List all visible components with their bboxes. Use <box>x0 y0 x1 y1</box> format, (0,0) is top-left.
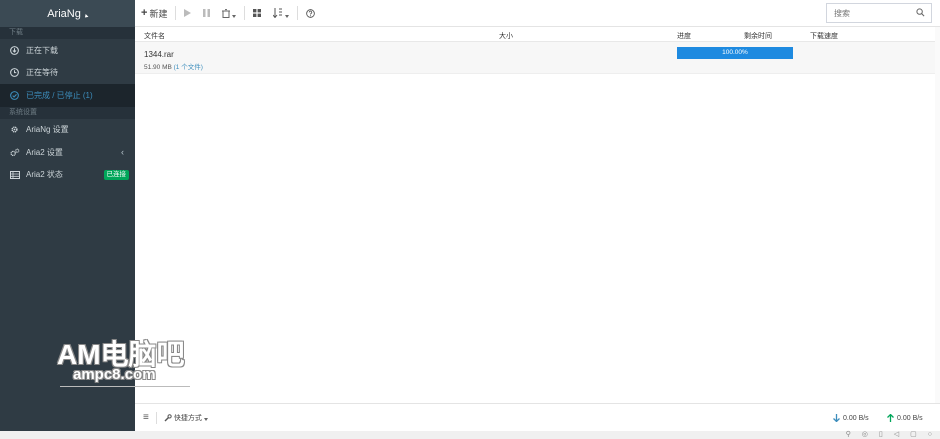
sort-icon <box>273 8 283 18</box>
column-header-speed[interactable]: 下载速度 <box>810 31 838 41</box>
sidebar-item-label: Aria2 设置 <box>26 147 63 157</box>
search-input[interactable] <box>834 8 914 18</box>
sidebar-item-label: AriaNg 设置 <box>26 125 69 135</box>
task-progress-bar: 100.00% <box>677 47 793 59</box>
new-task-button[interactable]: + 新建 <box>135 0 173 27</box>
wrench-icon <box>164 413 172 421</box>
trash-icon <box>222 8 231 18</box>
task-size-value: 51.90 MB <box>144 64 172 71</box>
table-row[interactable]: 1344.rar 51.90 MB (1 个文件) 100.00% <box>135 42 935 74</box>
os-taskbar <box>0 431 940 439</box>
footer-divider <box>155 411 157 424</box>
pause-button[interactable] <box>197 0 216 27</box>
global-download-speed: 0.00 B/s <box>833 414 869 422</box>
sort-button[interactable] <box>267 0 295 27</box>
section-header-download: 下载 <box>0 27 135 39</box>
tray-search-icon[interactable]: ○ <box>928 431 932 439</box>
sidebar-item-aria2-status[interactable]: Aria2 状态 已连接 <box>0 164 135 187</box>
watermark-underline <box>60 386 190 387</box>
task-progress-text: 100.00% <box>722 49 748 56</box>
sidebar-item-waiting[interactable]: 正在等待 <box>0 62 135 85</box>
watermark-url: ampc8.com <box>73 366 156 383</box>
tray-network-icon[interactable]: ◎ <box>862 431 868 439</box>
help-button[interactable] <box>300 0 321 27</box>
grid-icon <box>253 9 262 17</box>
menu-icon[interactable]: ≡ <box>143 412 149 423</box>
check-circle-icon <box>9 90 20 101</box>
pause-icon <box>203 9 211 17</box>
arrow-up-icon <box>887 414 894 422</box>
column-header-size[interactable]: 大小 <box>499 31 513 41</box>
search-box[interactable] <box>826 3 932 23</box>
caret-down-icon <box>83 14 89 19</box>
play-icon <box>184 9 192 17</box>
section-header-settings: 系统设置 <box>0 106 135 119</box>
sidebar-item-stopped[interactable]: 已完成 / 已停止 (1) <box>0 84 135 107</box>
toolbar-divider <box>297 6 299 20</box>
start-button[interactable] <box>178 0 197 27</box>
sidebar-item-aria2-settings[interactable]: Aria2 设置 ‹ <box>0 141 135 164</box>
sidebar-item-downloading[interactable]: 正在下载 <box>0 39 135 62</box>
gears-icon <box>9 147 20 158</box>
gear-icon <box>9 124 20 135</box>
sidebar-item-label: 已完成 / 已停止 (1) <box>26 90 93 100</box>
tray-window-icon[interactable]: ▢ <box>910 431 917 439</box>
caret-down-icon <box>232 14 237 18</box>
plus-icon: + <box>141 7 148 19</box>
task-file-name[interactable]: 1344.rar <box>144 50 174 59</box>
display-mode-button[interactable] <box>247 0 267 27</box>
footer: ≡ 快捷方式 0.00 B/s 0.00 B/s <box>135 403 940 431</box>
toolbar-divider <box>175 6 177 20</box>
delete-button[interactable] <box>216 0 242 27</box>
new-task-label: 新建 <box>149 8 168 19</box>
column-header-name[interactable]: 文件名 <box>144 31 165 41</box>
scrollbar[interactable] <box>935 27 940 403</box>
column-header-progress[interactable]: 进度 <box>677 31 691 41</box>
sidebar-item-label: 正在下载 <box>26 45 58 55</box>
sidebar-item-ariang-settings[interactable]: AriaNg 设置 <box>0 119 135 142</box>
tray-volume-icon[interactable]: ◁ <box>894 431 899 439</box>
caret-down-icon <box>285 14 290 18</box>
search-icon[interactable] <box>916 8 925 17</box>
toolbar: + 新建 <box>135 0 940 27</box>
shortcut-label: 快捷方式 <box>173 414 202 422</box>
task-file-size: 51.90 MB (1 个文件) <box>144 61 203 71</box>
tray-battery-icon[interactable]: ▯ <box>879 431 883 439</box>
download-circle-icon <box>9 45 20 56</box>
chevron-left-icon: ‹ <box>121 147 124 158</box>
question-circle-icon <box>306 8 316 18</box>
arrow-down-icon <box>833 414 840 422</box>
server-icon <box>9 169 20 180</box>
brand-title: AriaNg <box>47 7 81 20</box>
tray-pin-icon[interactable]: ⚲ <box>846 431 851 439</box>
system-tray: ⚲ ◎ ▯ ◁ ▢ ○ <box>846 431 932 439</box>
caret-down-icon <box>203 418 208 421</box>
task-file-count[interactable]: (1 个文件) <box>174 64 203 71</box>
clock-icon <box>9 67 20 78</box>
toolbar-divider <box>244 6 246 20</box>
global-upload-speed: 0.00 B/s <box>887 414 923 422</box>
brand[interactable]: AriaNg <box>0 0 135 27</box>
task-table-header: 文件名 大小 进度 剩余时间 下载速度 <box>135 27 935 42</box>
shortcut-button[interactable]: 快捷方式 <box>164 413 208 423</box>
status-badge: 已连接 <box>103 169 129 180</box>
download-speed-value: 0.00 B/s <box>843 414 869 422</box>
sidebar-item-label: 正在等待 <box>26 68 58 78</box>
column-header-remaining[interactable]: 剩余时间 <box>744 31 772 41</box>
upload-speed-value: 0.00 B/s <box>897 414 923 422</box>
sidebar-item-label: Aria2 状态 <box>26 170 63 180</box>
